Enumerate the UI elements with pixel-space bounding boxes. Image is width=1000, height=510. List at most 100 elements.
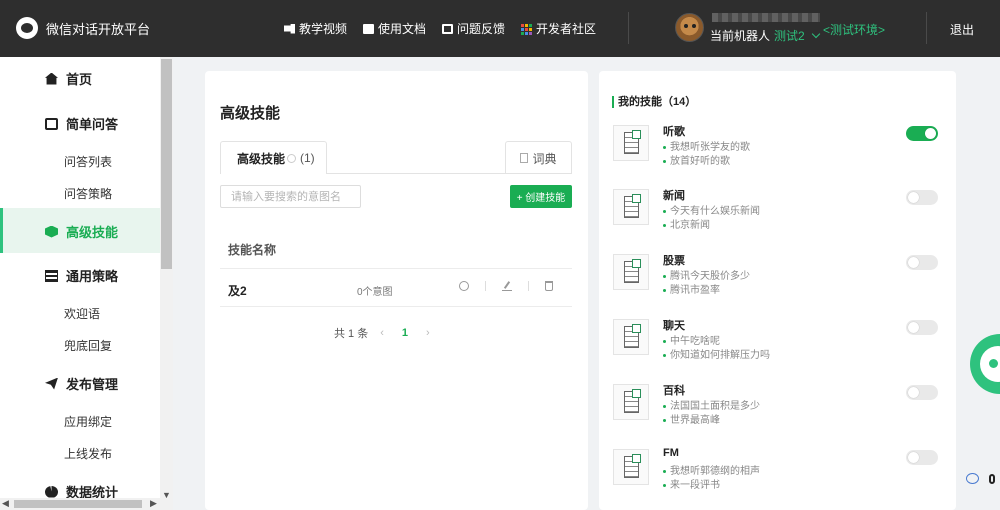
scrollbar-thumb[interactable] bbox=[14, 500, 142, 508]
skill-item-fm: FM 我想听郭德纲的相声 来一段评书 bbox=[613, 447, 943, 497]
skill-name: 百科 bbox=[663, 385, 685, 397]
create-skill-button[interactable]: + 创建技能 bbox=[510, 185, 572, 208]
feedback-icon bbox=[442, 23, 454, 34]
skill-example: 我想听郭德纲的相声 bbox=[663, 462, 760, 477]
skill-document-icon bbox=[613, 189, 649, 225]
nav-developer-community[interactable]: 开发者社区 bbox=[521, 20, 596, 37]
skill-toggle[interactable] bbox=[906, 255, 938, 270]
robot-selector[interactable]: 当前机器人 测试2 bbox=[710, 27, 827, 44]
grid-icon bbox=[521, 23, 533, 35]
sidebar-item-go-live[interactable]: 上线发布 bbox=[64, 445, 112, 462]
skill-item-chat: 聊天 中午吃啥呢 你知道如何排解压力吗 bbox=[613, 317, 943, 367]
divider bbox=[485, 281, 486, 291]
sidebar-item-label: 发布管理 bbox=[66, 377, 119, 392]
sidebar-item-label: 高级技能 bbox=[66, 225, 119, 240]
list-icon bbox=[45, 269, 58, 282]
microphone-icon[interactable] bbox=[989, 473, 995, 484]
chatbot-launcher-button[interactable] bbox=[970, 334, 1000, 394]
horizontal-scrollbar[interactable]: ◀ ▶ bbox=[0, 498, 173, 510]
chevron-down-icon[interactable] bbox=[811, 29, 820, 39]
skill-item-music: 听歌 我想听张学友的歌 放首好听的歌 bbox=[613, 123, 943, 173]
table-divider bbox=[220, 268, 572, 269]
nav-label: 使用文档 bbox=[378, 22, 427, 36]
nav-label: 开发者社区 bbox=[536, 22, 597, 36]
skill-toggle[interactable] bbox=[906, 320, 938, 335]
tab-count: (1) bbox=[300, 151, 315, 165]
skill-item-encyclopedia: 百科 法国国土面积是多少 世界最高峰 bbox=[613, 382, 943, 432]
skill-example: 腾讯今天股价多少 bbox=[663, 267, 750, 282]
skill-example: 法国国土面积是多少 bbox=[663, 397, 760, 412]
delete-icon[interactable] bbox=[545, 281, 553, 291]
edit-icon[interactable] bbox=[502, 281, 512, 291]
skill-name: 聊天 bbox=[663, 320, 685, 332]
skill-document-icon bbox=[613, 319, 649, 355]
skill-item-news: 新闻 今天有什么娱乐新闻 北京新闻 bbox=[613, 187, 943, 237]
sidebar-item-qa-strategy[interactable]: 问答策略 bbox=[64, 185, 112, 202]
help-icon[interactable] bbox=[287, 153, 297, 163]
pagination-prev-button[interactable]: ‹ bbox=[380, 327, 384, 339]
account-name-redacted bbox=[712, 13, 820, 22]
skill-name: 股票 bbox=[663, 255, 685, 267]
nav-label: 问题反馈 bbox=[457, 22, 506, 36]
table-row-skill-name[interactable]: 及2 bbox=[228, 282, 247, 299]
scroll-left-arrow-icon[interactable]: ◀ bbox=[2, 498, 9, 509]
avatar[interactable] bbox=[675, 13, 704, 42]
platform-logo[interactable]: 微信对话开放平台 bbox=[16, 17, 150, 39]
scrollbar-thumb[interactable] bbox=[161, 59, 172, 269]
skill-example: 我想听张学友的歌 bbox=[663, 138, 750, 153]
skill-name: FM bbox=[663, 447, 679, 459]
skill-example: 放首好听的歌 bbox=[663, 152, 730, 167]
pagination-page[interactable]: 1 bbox=[402, 327, 408, 339]
environment-tag: <测试环境> bbox=[823, 23, 886, 37]
skills-panel: 高级技能 高级技能 (1) 词典 + 创建技能 技能名称 及2 0个意图 共 1… bbox=[205, 71, 588, 510]
sidebar-item-fallback[interactable]: 兜底回复 bbox=[64, 337, 112, 354]
sidebar-item-welcome[interactable]: 欢迎语 bbox=[64, 305, 100, 322]
dictionary-icon bbox=[520, 153, 529, 163]
sidebar-item-home[interactable]: 首页 bbox=[45, 69, 92, 88]
skill-example: 世界最高峰 bbox=[663, 411, 720, 426]
home-icon bbox=[45, 72, 58, 85]
sidebar-item-label: 首页 bbox=[66, 72, 93, 87]
search-input[interactable] bbox=[220, 185, 361, 208]
logout-button[interactable]: 退出 bbox=[950, 21, 974, 38]
my-skills-title: 我的技能（14） bbox=[612, 96, 696, 108]
cube-icon bbox=[45, 225, 58, 238]
robot-name: 测试2 bbox=[774, 29, 805, 43]
nav-tutorial-video[interactable]: 教学视频 bbox=[284, 20, 347, 37]
sidebar-item-general-strategy[interactable]: 通用策略 bbox=[45, 266, 118, 285]
translate-icon[interactable] bbox=[966, 473, 979, 484]
skill-toggle[interactable] bbox=[906, 190, 938, 205]
chatbot-icon bbox=[980, 346, 1000, 382]
table-row-intent-count: 0个意图 bbox=[357, 287, 393, 298]
skill-example: 今天有什么娱乐新闻 bbox=[663, 202, 760, 217]
pagination-total: 共 1 条 bbox=[334, 328, 369, 340]
skill-toggle[interactable] bbox=[906, 126, 938, 141]
video-icon bbox=[284, 23, 295, 34]
skill-toggle[interactable] bbox=[906, 385, 938, 400]
pie-chart-icon bbox=[45, 485, 58, 498]
view-icon[interactable] bbox=[459, 281, 469, 291]
sidebar-item-app-binding[interactable]: 应用绑定 bbox=[64, 413, 112, 430]
skill-item-stock: 股票 腾讯今天股价多少 腾讯市盈率 bbox=[613, 252, 943, 302]
sidebar-item-publish[interactable]: 发布管理 bbox=[45, 374, 118, 393]
divider bbox=[926, 12, 927, 44]
nav-feedback[interactable]: 问题反馈 bbox=[442, 20, 505, 37]
corner-tools bbox=[966, 473, 995, 484]
nav-docs[interactable]: 使用文档 bbox=[363, 20, 426, 37]
skill-document-icon bbox=[613, 384, 649, 420]
pagination-next-button[interactable]: › bbox=[426, 327, 430, 339]
sidebar-item-label: 简单问答 bbox=[66, 117, 119, 132]
scroll-right-arrow-icon[interactable]: ▶ bbox=[150, 498, 157, 509]
skill-toggle[interactable] bbox=[906, 450, 938, 465]
page-title: 高级技能 bbox=[220, 105, 281, 122]
sidebar-scrollbar[interactable] bbox=[160, 57, 173, 498]
tab-dictionary[interactable]: 词典 bbox=[505, 141, 572, 174]
tab-advanced-skills[interactable]: 高级技能 (1) bbox=[220, 141, 327, 174]
sidebar-item-advanced-skills[interactable]: 高级技能 bbox=[45, 222, 118, 241]
sidebar-item-simple-qa[interactable]: 简单问答 bbox=[45, 114, 118, 133]
my-skills-panel: 我的技能（14） 听歌 我想听张学友的歌 放首好听的歌 新闻 今天有什么娱乐新闻… bbox=[599, 71, 956, 510]
skill-example: 中午吃啥呢 bbox=[663, 332, 720, 347]
tab-label: 词典 bbox=[532, 151, 557, 166]
sidebar-item-qa-list[interactable]: 问答列表 bbox=[64, 153, 112, 170]
robot-prefix: 当前机器人 bbox=[710, 29, 771, 43]
